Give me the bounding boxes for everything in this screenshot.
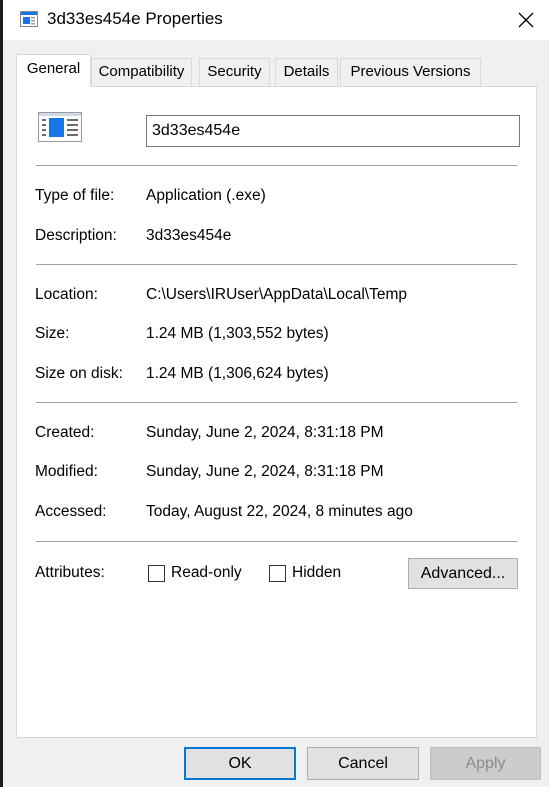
tab-previous-versions[interactable]: Previous Versions xyxy=(340,58,481,86)
location-label: Location: xyxy=(35,286,98,303)
description-value: 3d33es454e xyxy=(146,227,232,244)
accessed-value: Today, August 22, 2024, 8 minutes ago xyxy=(146,503,413,520)
close-icon xyxy=(518,12,534,28)
type-of-file-value: Application (.exe) xyxy=(146,187,266,204)
tab-compatibility[interactable]: Compatibility xyxy=(91,58,192,86)
window-title: 3d33es454e Properties xyxy=(47,9,223,28)
accessed-label: Accessed: xyxy=(35,503,107,520)
hidden-label[interactable]: Hidden xyxy=(292,564,341,582)
size-on-disk-value: 1.24 MB (1,306,624 bytes) xyxy=(146,365,329,382)
cancel-button[interactable]: Cancel xyxy=(307,747,419,780)
apply-button[interactable]: Apply xyxy=(430,747,541,780)
separator xyxy=(36,541,517,542)
ok-button[interactable]: OK xyxy=(184,747,296,780)
file-name-input[interactable] xyxy=(146,115,520,147)
attributes-label: Attributes: xyxy=(35,564,105,581)
created-value: Sunday, June 2, 2024, 8:31:18 PM xyxy=(146,424,384,441)
advanced-button[interactable]: Advanced... xyxy=(408,558,518,589)
hidden-checkbox[interactable] xyxy=(269,565,286,582)
tab-details[interactable]: Details xyxy=(275,58,338,86)
created-label: Created: xyxy=(35,424,95,441)
size-value: 1.24 MB (1,303,552 bytes) xyxy=(146,325,329,342)
separator xyxy=(36,402,517,403)
modified-value: Sunday, June 2, 2024, 8:31:18 PM xyxy=(146,463,384,480)
application-window-icon xyxy=(20,11,38,32)
size-on-disk-label: Size on disk: xyxy=(35,365,123,382)
close-button[interactable] xyxy=(503,0,549,40)
tab-general[interactable]: General xyxy=(16,54,91,87)
location-value: C:\Users\IRUser\AppData\Local\Temp xyxy=(146,286,408,303)
size-label: Size: xyxy=(35,325,70,342)
application-window-icon xyxy=(38,112,82,147)
separator xyxy=(36,264,517,265)
modified-label: Modified: xyxy=(35,463,98,480)
readonly-label[interactable]: Read-only xyxy=(171,564,242,582)
separator xyxy=(36,165,517,166)
readonly-checkbox[interactable] xyxy=(148,565,165,582)
description-label: Description: xyxy=(35,227,117,244)
title-bar: 3d33es454e Properties xyxy=(3,0,549,40)
type-of-file-label: Type of file: xyxy=(35,187,115,204)
window-left-edge xyxy=(0,0,3,787)
general-tab-panel xyxy=(16,86,537,738)
tab-security[interactable]: Security xyxy=(199,58,270,86)
